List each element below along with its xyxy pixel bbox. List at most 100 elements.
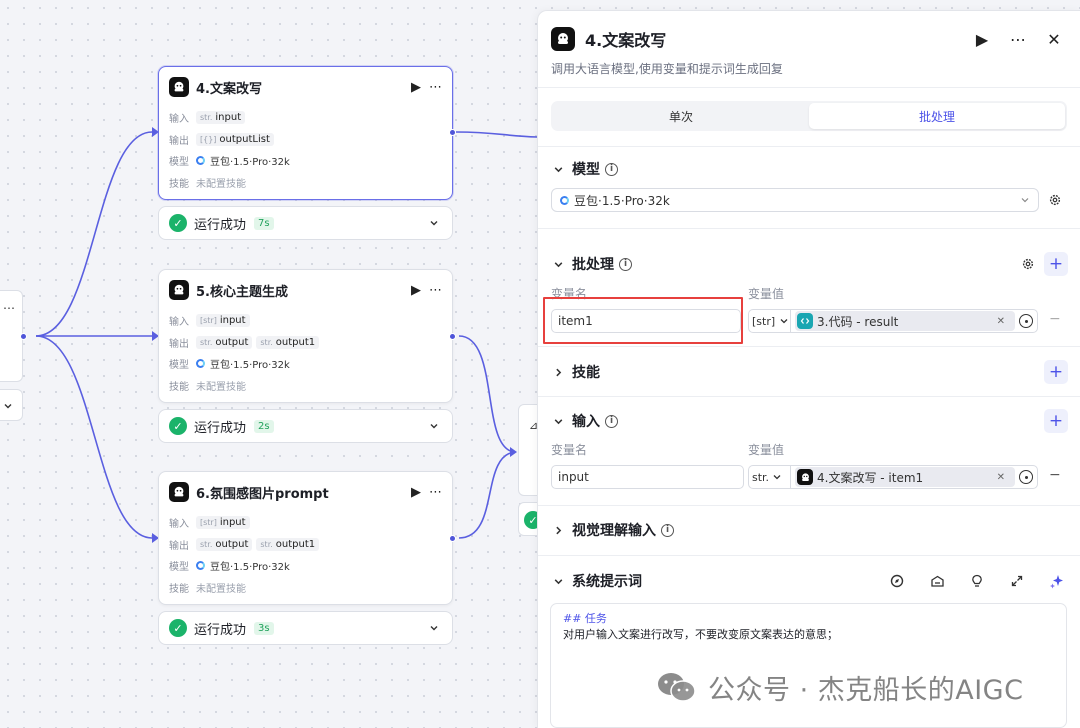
var-value-column-label: 变量值 (748, 443, 785, 457)
section-title: 模型 (572, 162, 600, 178)
run-icon[interactable]: ▶ (411, 485, 421, 500)
info-icon[interactable]: i (605, 162, 618, 176)
variable-picker-icon[interactable] (1019, 470, 1033, 484)
success-check-icon: ✓ (169, 417, 187, 435)
chevron-down-icon[interactable] (551, 162, 565, 176)
clear-icon[interactable]: ✕ (993, 472, 1009, 483)
node-llm-rewrite[interactable]: 4.文案改写 ▶ ⋯ 输入 str. input 输出[{}] outputList … (158, 66, 456, 200)
output-port[interactable] (449, 535, 456, 542)
panel-title: 4.文案改写 (585, 31, 667, 50)
chevron-down-icon[interactable] (426, 620, 442, 636)
model-value: 豆包·1.5·Pro·32k (196, 558, 290, 573)
model-value: 豆包·1.5·Pro·32k (196, 356, 290, 371)
remove-input-button[interactable]: − (1049, 467, 1061, 483)
bot-icon (551, 27, 575, 51)
row-label: 模型 (169, 157, 189, 169)
ai-sparkle-icon[interactable] (1046, 570, 1068, 592)
bot-icon (169, 280, 189, 300)
run-icon[interactable]: ▶ (411, 80, 421, 95)
output-chip: str. output1 (256, 537, 320, 551)
node-title: 6.氛围感图片prompt (196, 486, 329, 502)
variable-picker-icon[interactable] (1019, 314, 1033, 328)
output-chip: [{}] outputList (196, 132, 274, 146)
row-label: 输入 (169, 114, 189, 126)
chevron-down-icon (1021, 198, 1029, 203)
reference-text: 4.文案改写 - item1 (817, 470, 924, 485)
run-mode-tabs: 单次 批处理 (551, 101, 1067, 131)
row-label: 输出 (169, 338, 189, 350)
expand-icon[interactable] (1006, 570, 1028, 592)
more-icon[interactable]: ⋯ (1000, 30, 1036, 49)
chevron-down-icon[interactable] (426, 418, 442, 434)
more-icon[interactable]: ⋯ (429, 283, 442, 298)
output-port[interactable] (20, 333, 27, 340)
node-mood-image-prompt[interactable]: 6.氛围感图片prompt ▶ ⋯ 输入 [str] input 输出 str. out… (158, 471, 456, 605)
input-chip: [str] input (196, 314, 250, 328)
section-title: 系统提示词 (572, 574, 642, 590)
model-section-header: 模型 i (551, 157, 1068, 181)
output-chip: str. output (196, 537, 253, 551)
model-logo-icon (196, 561, 205, 571)
input-var-name-input[interactable] (551, 465, 744, 489)
chevron-right-icon[interactable] (551, 523, 565, 537)
row-label: 输入 (169, 519, 189, 531)
library-icon[interactable] (926, 570, 948, 592)
node-status-bar[interactable]: ✓ 运行成功 7s (158, 206, 453, 240)
status-text: 运行成功 (194, 420, 247, 436)
prompt-section-header: 系统提示词 (551, 569, 1068, 593)
node-status-bar[interactable]: ✓ 运行成功 3s (158, 611, 453, 645)
batch-var-type-select[interactable]: [str] (748, 309, 790, 333)
row-label: 模型 (169, 562, 189, 574)
tab-batch[interactable]: 批处理 (809, 103, 1065, 129)
model-logo-icon (560, 195, 569, 205)
add-batch-variable-button[interactable]: + (1044, 252, 1068, 276)
info-icon[interactable]: i (605, 414, 618, 428)
more-icon[interactable]: ⋯ (429, 485, 442, 500)
chevron-down-icon[interactable] (551, 414, 565, 428)
remove-batch-variable-button[interactable]: − (1049, 311, 1061, 327)
chevron-down-icon[interactable] (426, 215, 442, 231)
node-core-topic[interactable]: 5.核心主题生成 ▶ ⋯ 输入 [str] input 输出 str. output st… (158, 269, 456, 403)
batch-var-name-input[interactable] (551, 309, 741, 333)
partial-node-left[interactable]: ⋯ (0, 290, 27, 382)
batch-var-reference[interactable]: 3.代码 - result ✕ (790, 309, 1038, 333)
batch-settings-gear-icon[interactable] (1016, 252, 1040, 276)
compass-icon[interactable] (886, 570, 908, 592)
add-input-button[interactable]: + (1044, 409, 1068, 433)
add-skill-button[interactable]: + (1044, 360, 1068, 384)
partial-node-left-status[interactable] (0, 389, 23, 421)
section-title: 技能 (572, 365, 600, 381)
output-port[interactable] (449, 129, 456, 136)
chevron-down-icon[interactable] (551, 257, 565, 271)
model-logo-icon (196, 156, 205, 166)
chevron-down-icon[interactable] (551, 574, 565, 588)
row-label: 输出 (169, 540, 189, 552)
type-value: str. (752, 470, 770, 484)
run-icon[interactable]: ▶ (411, 283, 421, 298)
input-var-reference[interactable]: 4.文案改写 - item1 ✕ (790, 465, 1038, 489)
node-status-bar[interactable]: ✓ 运行成功 2s (158, 409, 453, 443)
close-icon[interactable]: ✕ (1036, 30, 1072, 49)
skills-value: 未配置技能 (196, 583, 246, 595)
input-var-type-select[interactable]: str. (748, 465, 790, 489)
node-title: 4.文案改写 (196, 81, 262, 97)
clear-icon[interactable]: ✕ (993, 316, 1009, 327)
run-icon[interactable]: ▶ (964, 30, 1000, 49)
tab-single[interactable]: 单次 (553, 103, 809, 129)
chevron-down-icon (780, 319, 788, 324)
output-port[interactable] (449, 333, 456, 340)
model-settings-gear-icon[interactable] (1043, 188, 1067, 212)
row-label: 输出 (169, 135, 189, 147)
panel-description: 调用大语言模型,使用变量和提示词生成回复 (551, 62, 783, 76)
chevron-down-icon (4, 404, 12, 409)
more-icon[interactable]: ⋯ (429, 80, 442, 95)
code-node-icon (797, 313, 813, 329)
info-icon[interactable]: i (661, 523, 674, 537)
system-prompt-editor[interactable]: ## 任务 对用户输入文案进行改写，不要改变原文案表达的意思； (550, 603, 1067, 728)
lightbulb-icon[interactable] (966, 570, 988, 592)
success-check-icon: ✓ (169, 214, 187, 232)
chevron-right-icon[interactable] (551, 365, 565, 379)
info-icon[interactable]: i (619, 257, 632, 271)
model-select[interactable]: 豆包·1.5·Pro·32k (551, 188, 1039, 212)
prompt-text: 对用户输入文案进行改写，不要改变原文案表达的意思； (563, 628, 838, 641)
